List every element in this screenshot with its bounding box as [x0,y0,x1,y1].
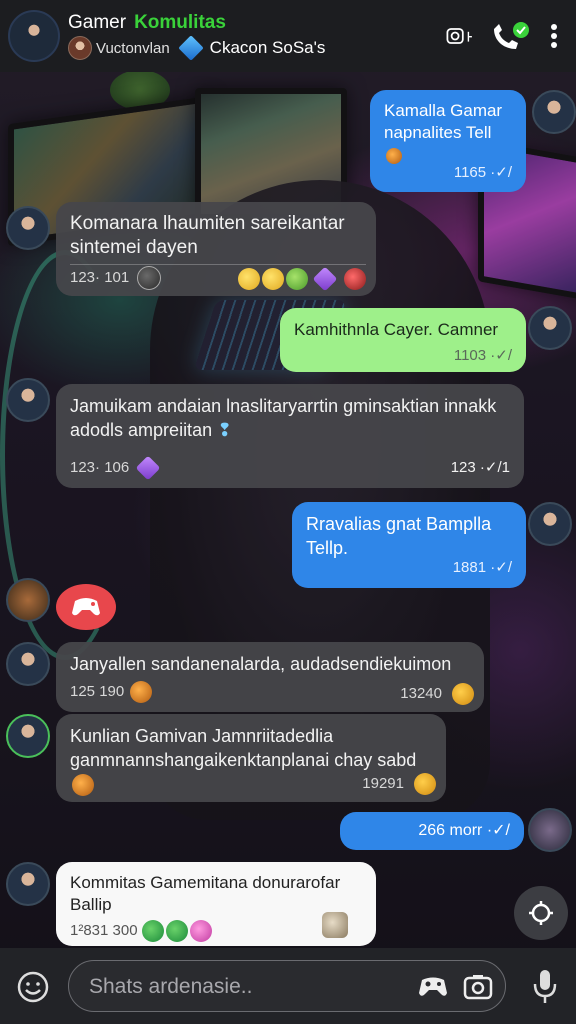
sender-avatar[interactable] [6,642,50,686]
info-icon: ❢ [217,420,233,440]
message-status: 13240 [400,685,442,702]
more-button[interactable] [546,22,562,50]
message-bubble[interactable]: Janyallen sandanenalarda, audadsendiekui… [56,642,484,712]
message-time: 125 190 [70,683,125,700]
sender-avatar[interactable] [528,502,572,546]
message-text: Kommitas Gamemitana donurarofar Ballip [70,873,341,914]
pink-emoji-icon [189,920,212,942]
message-bubble[interactable]: Jamuikam andaian lnaslitaryarrtin gminsa… [56,384,524,488]
target-icon [529,901,553,925]
member-avatar [68,36,92,60]
reaction-list[interactable] [236,266,366,292]
composer-bar [0,948,576,1024]
message-input[interactable] [87,961,411,1013]
member-name: Vuctonvlan [96,39,170,57]
channel-name: Ckacon SoSa's [209,38,326,57]
message-time: 19291 [362,775,404,792]
gamepad-icon [419,977,447,996]
emoji-button[interactable] [16,970,50,1004]
title-text: Gamer [68,12,127,33]
message-text: 266 morr ·✓/ [418,822,510,839]
cat-emoji-icon [414,773,436,795]
fire-emoji-icon [72,774,94,797]
group-avatar[interactable] [8,10,60,62]
sticker-icon [322,912,348,938]
sender-avatar[interactable] [6,378,50,422]
message-time: 1165 ·✓/ [453,164,512,181]
dice-icon [137,266,162,290]
message-time: 123· 101 [70,269,130,286]
emoji-icon [386,147,402,164]
message-text: Kunlian Gamivan Jamnriitadedlia ganmnann… [70,726,417,770]
message-time: 1881 ·✓/ [452,559,512,576]
sender-avatar[interactable] [6,578,50,622]
gamepad-icon [72,598,100,616]
gem-emoji-icon [135,455,161,481]
microphone-icon [533,970,557,1003]
green-emoji-icon [141,920,164,942]
laugh-emoji-icon [238,268,260,290]
green-emoji-icon [286,268,308,290]
sender-avatar[interactable] [6,862,50,906]
message-input-wrapper [68,960,506,1013]
cat-emoji-icon [452,683,474,705]
sender-avatar[interactable] [532,90,576,134]
message-text: Rravalias gnat Bamplla Tellp. [306,514,492,558]
message-text: Kamhithnla Cayer. Camner [294,320,499,339]
gem-emoji-icon [312,266,338,292]
smiley-icon [17,971,49,1003]
message-bubble[interactable]: Rravalias gnat Bamplla Tellp. 1881 ·✓/ [292,502,526,588]
camera-icon [446,28,472,44]
voice-button[interactable] [530,968,560,1006]
sender-avatar[interactable] [528,808,572,852]
more-icon [551,24,557,48]
message-time: 1²831 300 [70,922,138,939]
chat-title[interactable]: Gamer Komulitas [68,12,226,34]
message-text: Kamalla Gamar napnalites Tell [384,101,503,142]
message-bubble[interactable]: Kunlian Gamivan Jamnriitadedlia ganmnann… [56,714,446,802]
message-bubble[interactable]: 266 morr ·✓/ [340,812,524,850]
message-bubble[interactable]: Kamalla Gamar napnalites Tell 1165 ·✓/ [370,90,526,192]
camera-button[interactable] [446,22,474,50]
message-list[interactable]: Kamalla Gamar napnalites Tell 1165 ·✓/ K… [0,72,576,948]
message-bubble[interactable]: Kamhithnla Cayer. Camner 1103 ·✓/ [280,308,526,372]
sender-avatar[interactable] [528,306,572,350]
sender-avatar[interactable] [6,714,50,758]
message-text: Komanara lhaumiten sareikantar sintemei … [70,213,345,258]
message-time: 1103 ·✓/ [453,347,512,364]
message-bubble[interactable]: Kommitas Gamemitana donurarofar Ballip 1… [56,862,376,946]
call-button[interactable] [490,22,530,50]
green-emoji-icon [165,920,188,942]
reaction-button[interactable] [56,584,116,630]
camera-button[interactable] [463,973,493,1001]
call-icon [494,22,529,49]
red-emoji-icon [344,268,366,290]
camera-icon [463,975,493,1000]
message-bubble[interactable]: Komanara lhaumiten sareikantar sintemei … [56,202,376,296]
sender-avatar[interactable] [6,206,50,250]
message-text: Jamuikam andaian lnaslitaryarrtin gminsa… [70,396,497,440]
message-text: Janyallen sandanenalarda, audadsendiekui… [70,654,452,674]
fire-emoji-icon [130,681,153,703]
chat-subtitle: Vuctonvlan Ckacon SoSa's [68,35,326,61]
scroll-to-bottom-button[interactable] [514,886,568,940]
message-time: 123· 106 [70,459,130,476]
chat-header: Gamer Komulitas Vuctonvlan Ckacon SoSa's [0,0,576,72]
gem-icon [177,35,204,61]
message-status: 123 ·✓/1 [450,459,510,476]
title-accent: Komulitas [134,12,226,33]
laugh-emoji-icon [262,268,284,290]
gamepad-button[interactable] [417,973,449,1001]
